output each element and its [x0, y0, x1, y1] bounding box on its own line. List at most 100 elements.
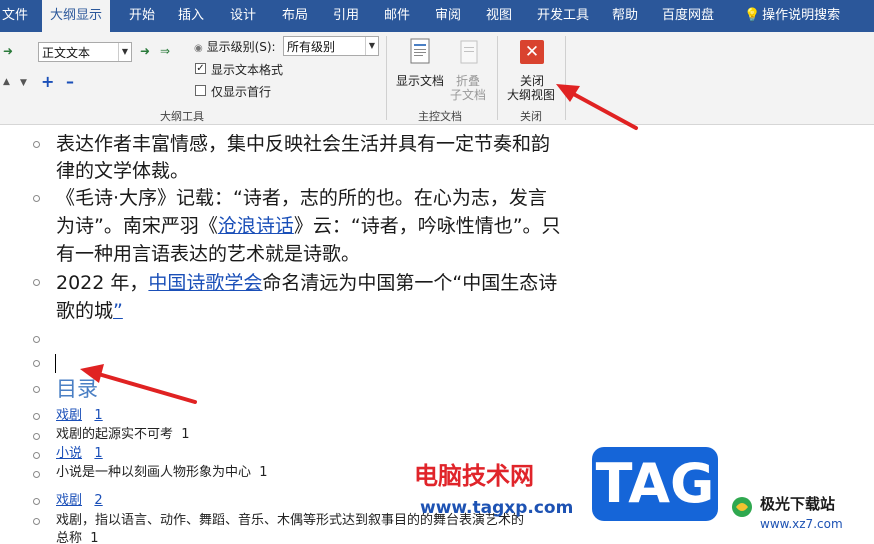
toc-entry-text: 小说是一种以刻画人物形象为中心	[56, 465, 252, 480]
paragraph-1-line-1: 表达作者丰富情感，集中反映社会生活并具有一定节奏和韵	[56, 133, 551, 155]
paragraph-3-line-1: 2022 年，中国诗歌学会命名清远为中国第一个“中国生态诗	[56, 270, 557, 296]
toc-entry-text: 戏剧	[56, 493, 83, 508]
tab-layout[interactable]: 布局	[274, 0, 316, 32]
watermark-tag-logo: TAG	[592, 447, 718, 521]
tab-insert[interactable]: 插入	[170, 0, 212, 32]
paragraph-2-text-b: 》云：“诗者，吟咏性情也”。只	[293, 215, 561, 237]
outline-bullet-empty[interactable]	[33, 360, 40, 367]
toc-heading: 目录	[56, 377, 98, 401]
paragraph-1-line-2: 律的文学体裁。	[56, 160, 190, 182]
first-line-label: 仅显示首行	[211, 85, 272, 99]
paragraph-2-text-a: 为诗”。南宋严羽《	[56, 215, 218, 237]
close-outline-label-2[interactable]: 大纲视图	[507, 86, 555, 103]
paragraph-2-line-2: 为诗”。南宋严羽《沧浪诗话》云：“诗者，吟咏性情也”。只	[56, 213, 561, 239]
toc-entry[interactable]: 戏剧的起源实不可考 1	[56, 427, 190, 443]
tab-help[interactable]: 帮助	[604, 0, 646, 32]
toc-entry[interactable]: 戏剧 2	[56, 493, 103, 509]
show-level-icon: ◉	[194, 43, 203, 54]
outline-bullet[interactable]	[33, 413, 40, 420]
brand-swirl-icon	[730, 495, 754, 519]
collapse-subdocs-icon	[458, 38, 480, 66]
watermark-site-name: 电脑技术网	[414, 462, 534, 490]
outline-bullet[interactable]	[33, 471, 40, 478]
tab-developer[interactable]: 开发工具	[529, 0, 597, 32]
tab-baidu-netdisk[interactable]: 百度网盘	[654, 0, 722, 32]
link-china-poetry-society[interactable]: 中国诗歌学会	[148, 272, 262, 294]
group-divider	[497, 36, 498, 120]
toc-entry-page: 1	[181, 427, 190, 442]
paragraph-3-closing-quote: ”	[113, 300, 123, 322]
paragraph-3-text-c: 歌的城	[56, 300, 114, 322]
text-cursor	[55, 354, 56, 373]
toc-entry-page: 1	[94, 446, 103, 461]
tab-view[interactable]: 视图	[478, 0, 520, 32]
show-format-checkbox[interactable]: ✓	[195, 63, 206, 74]
collapse-subdocs-label-2: 子文档	[450, 88, 487, 102]
ribbon-outline: ➜ 正文文本 ▼ ➜ ⇒ ▲ ▼ + – ◉ 显示级别(S): 所有级别 ▼ ✓…	[0, 32, 874, 125]
toc-entry-text: 戏剧	[56, 408, 83, 423]
first-line-checkbox[interactable]	[195, 85, 206, 96]
show-level-value: 所有级别	[287, 40, 336, 54]
ribbon-tab-bar: 文件 大纲显示 开始 插入 设计 布局 引用 邮件 审阅 视图 开发工具 帮助 …	[0, 0, 874, 34]
tab-outline[interactable]: 大纲显示	[42, 0, 111, 34]
outline-bullet[interactable]	[33, 518, 40, 525]
group-label-outline-tools: 大纲工具	[160, 110, 204, 123]
toc-entry[interactable]: 戏剧 1	[56, 408, 103, 424]
close-outline-view-icon[interactable]: ✕	[520, 40, 544, 64]
tab-mailings[interactable]: 邮件	[376, 0, 418, 32]
show-level-label: 显示级别(S):	[206, 40, 276, 54]
tab-file[interactable]: 文件	[0, 0, 36, 32]
paragraph-3-line-2: 歌的城”	[56, 298, 123, 324]
paragraph-2-line-3: 有一种用言语表达的艺术就是诗歌。	[56, 243, 361, 265]
move-up-icon[interactable]: ▲	[3, 77, 10, 87]
show-level-label-row: ◉ 显示级别(S):	[194, 38, 276, 55]
paragraph-2-line-1: 《毛诗·大序》记载：“诗者，志的所的也。在心为志，发言	[56, 187, 547, 209]
move-down-icon[interactable]: ▼	[20, 78, 27, 88]
show-document-button[interactable]: 显示文档	[396, 72, 444, 89]
toc-entry[interactable]: 小说 1	[56, 446, 103, 462]
outline-bullet[interactable]	[33, 195, 40, 202]
demote-arrow-icon[interactable]: ➜	[140, 44, 150, 58]
toc-entry-page: 1	[94, 408, 103, 423]
watermark-brand-name: 极光下载站	[760, 495, 836, 513]
tell-me-label: 操作说明搜索	[762, 8, 841, 23]
outline-bullet[interactable]	[33, 141, 40, 148]
show-format-label: 显示文本格式	[211, 63, 284, 77]
outline-level-value: 正文文本	[42, 46, 91, 60]
chevron-down-icon: ▼	[365, 37, 378, 55]
toc-entry[interactable]: 小说是一种以刻画人物形象为中心 1	[56, 465, 268, 481]
watermark-brand-url: www.xz7.com	[760, 517, 843, 531]
tab-review[interactable]: 审阅	[427, 0, 469, 32]
outline-level-select[interactable]: 正文文本 ▼	[38, 42, 132, 62]
paragraph-3-text-b: 命名清远为中国第一个“中国生态诗	[262, 272, 558, 294]
show-document-icon	[408, 38, 432, 66]
toc-entry-page: 1	[259, 465, 268, 480]
tab-home[interactable]: 开始	[121, 0, 163, 32]
outline-bullet[interactable]	[33, 498, 40, 505]
document-body[interactable]: 表达作者丰富情感，集中反映社会生活并具有一定节奏和韵 律的文学体裁。 《毛诗·大…	[0, 125, 874, 544]
expand-plus-icon[interactable]: +	[41, 72, 54, 91]
show-level-select[interactable]: 所有级别 ▼	[283, 36, 379, 56]
outline-bullet[interactable]	[33, 386, 40, 393]
toc-entry-text: 总称	[56, 531, 83, 544]
outline-bullet[interactable]	[33, 279, 40, 286]
group-label-close: 关闭	[520, 110, 542, 123]
outline-bullet-empty[interactable]	[33, 336, 40, 343]
tell-me-search[interactable]: 💡 操作说明搜索	[736, 0, 848, 32]
toc-entry-page: 1	[90, 531, 99, 544]
toc-entry-page: 2	[94, 493, 103, 508]
tab-design[interactable]: 设计	[222, 0, 264, 32]
promote-arrow-icon[interactable]: ➜	[3, 44, 13, 58]
group-divider	[565, 36, 566, 120]
toc-entry-continued[interactable]: 总称 1	[56, 531, 99, 544]
chevron-down-icon: ▼	[118, 43, 131, 61]
tab-references[interactable]: 引用	[325, 0, 367, 32]
demote-body-arrow-icon[interactable]: ⇒	[160, 44, 170, 58]
toc-entry-text: 小说	[56, 446, 83, 461]
group-divider	[386, 36, 387, 120]
outline-bullet[interactable]	[33, 452, 40, 459]
link-canglang-shihua[interactable]: 沧浪诗话	[218, 215, 294, 237]
outline-bullet[interactable]	[33, 433, 40, 440]
collapse-minus-icon[interactable]: –	[66, 72, 74, 91]
lightbulb-icon: 💡	[744, 8, 761, 23]
